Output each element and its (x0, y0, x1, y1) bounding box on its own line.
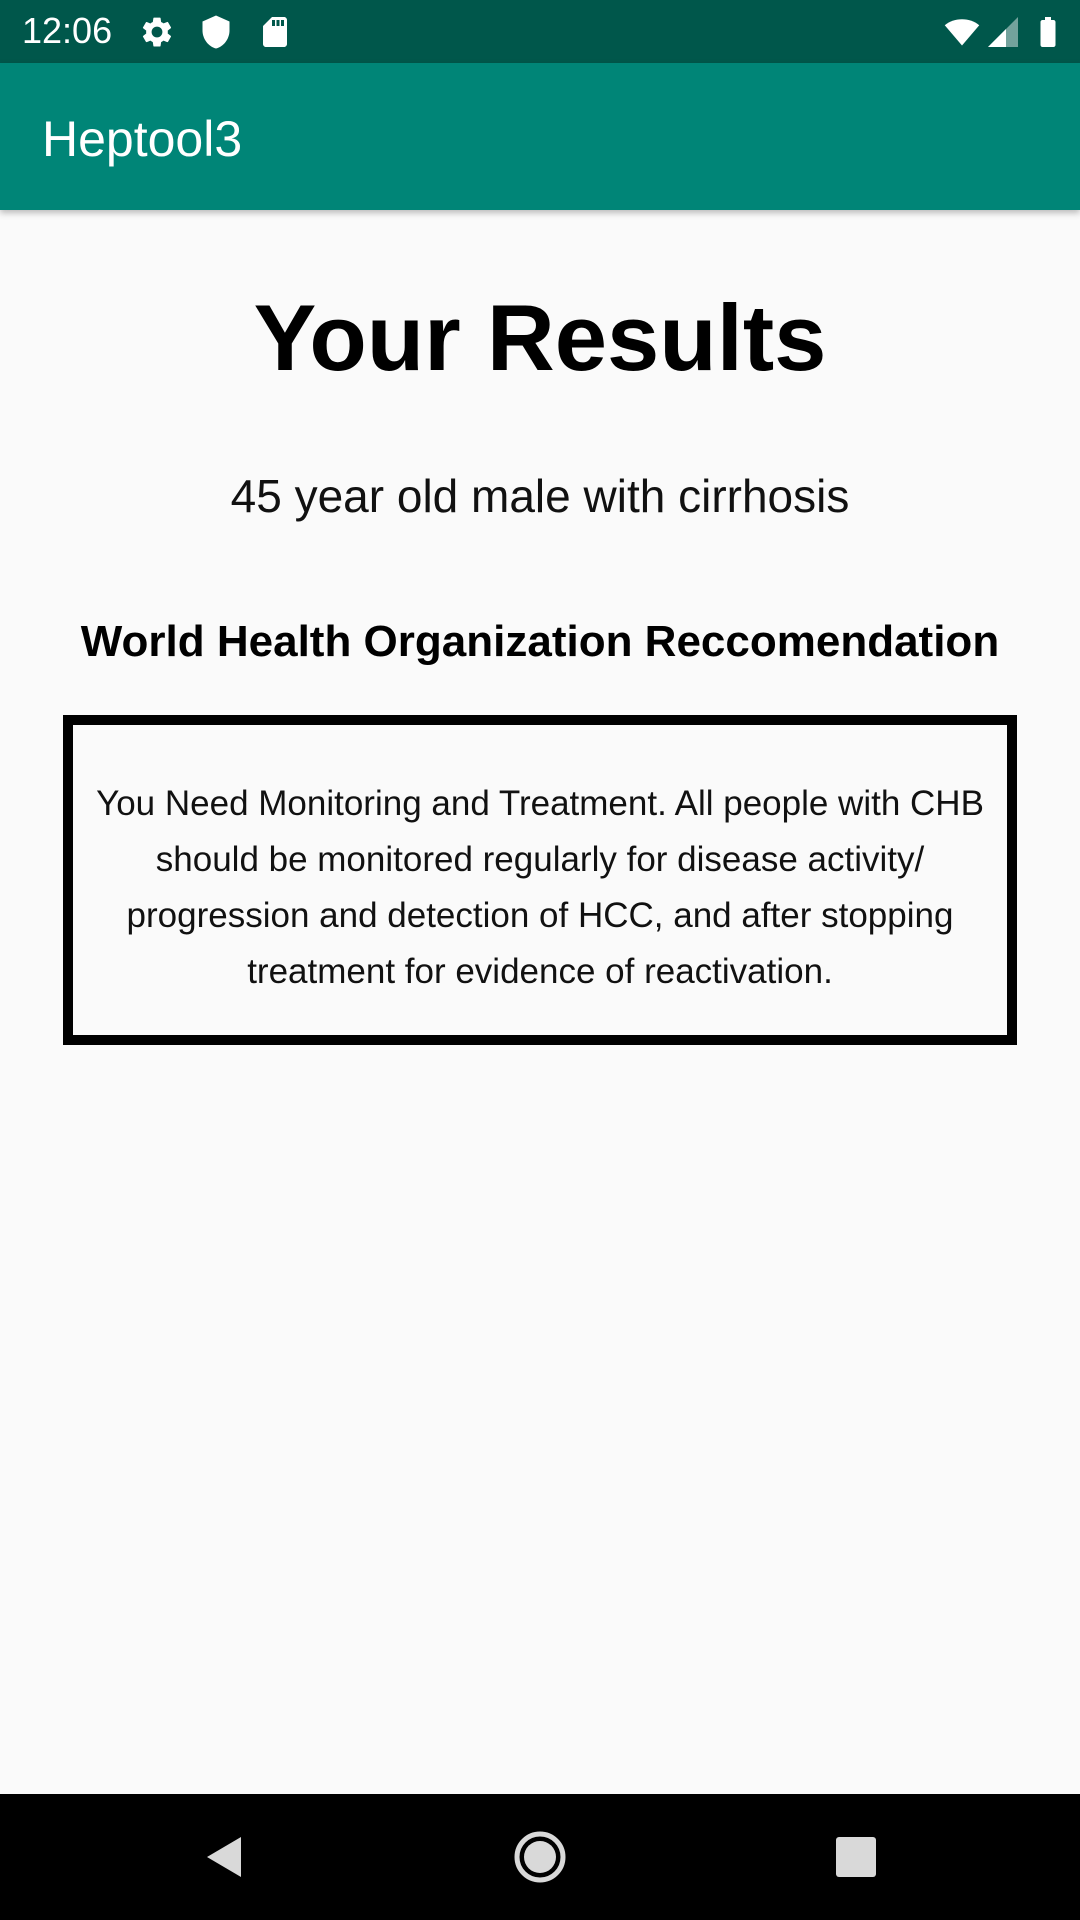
sd-card-icon (257, 14, 293, 50)
recents-icon[interactable] (826, 1827, 886, 1887)
battery-icon (1030, 14, 1066, 50)
recommendation-text: You Need Monitoring and Treatment. All p… (96, 784, 984, 991)
back-icon[interactable] (195, 1827, 255, 1887)
home-icon[interactable] (510, 1827, 570, 1887)
wifi-icon (944, 14, 980, 50)
navigation-bar (0, 1794, 1080, 1920)
screen: 12:06 Heptool3 Your Results 45 year old … (0, 0, 1080, 1920)
app-title: Heptool3 (42, 111, 243, 167)
results-title: Your Results (253, 285, 827, 390)
recommendation-heading: World Health Organization Reccomendation (80, 617, 1000, 666)
patient-summary: 45 year old male with cirrhosis (230, 470, 850, 522)
settings-icon (139, 14, 175, 50)
status-time: 12:06 (22, 10, 113, 51)
status-bar: 12:06 (0, 0, 1080, 63)
app-bar: Heptool3 (0, 63, 1080, 210)
shield-icon (198, 14, 234, 50)
recommendation-box: You Need Monitoring and Treatment. All p… (63, 715, 1017, 1045)
cell-signal-icon (985, 14, 1021, 50)
